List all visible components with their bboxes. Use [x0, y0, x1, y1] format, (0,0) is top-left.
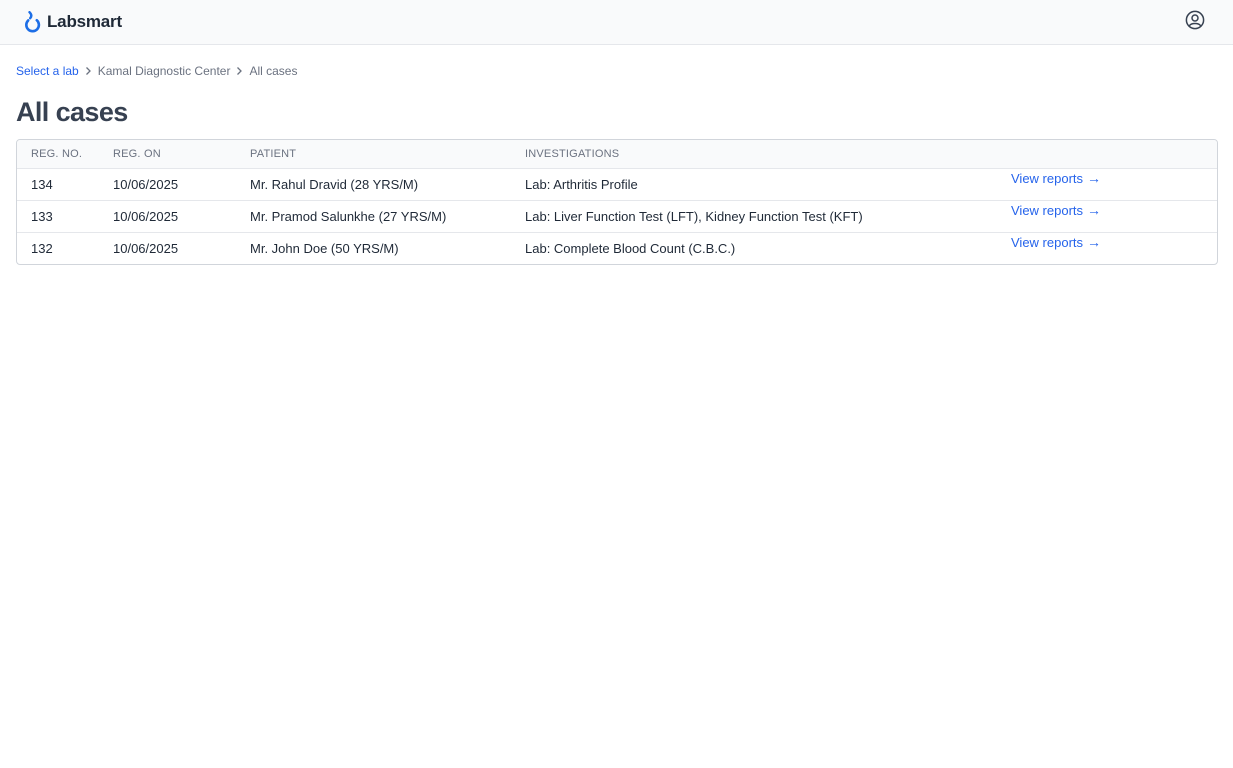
- cell-patient: Mr. John Doe (50 YRS/M): [250, 240, 399, 256]
- breadcrumb-select-lab[interactable]: Select a lab: [16, 64, 79, 78]
- view-reports-link[interactable]: View reports →: [1011, 203, 1101, 218]
- main-content: Select a lab Kamal Diagnostic Center All…: [0, 45, 1233, 265]
- top-navigation-bar: Labsmart: [0, 0, 1233, 45]
- view-reports-link[interactable]: View reports →: [1011, 171, 1101, 186]
- cell-reg-no: 133: [31, 208, 53, 224]
- labsmart-logo-icon: [24, 11, 42, 33]
- breadcrumb-current: All cases: [249, 64, 298, 78]
- arrow-right-icon: →: [1087, 234, 1102, 250]
- cell-reg-on: 10/06/2025: [113, 240, 179, 256]
- table-row[interactable]: 134 10/06/2025 Mr. Rahul Dravid (28 YRS/…: [17, 168, 1217, 200]
- cases-table: REG. NO. REG. ON PATIENT INVESTIGATIONS …: [17, 140, 1217, 264]
- table-header-row: REG. NO. REG. ON PATIENT INVESTIGATIONS: [17, 140, 1217, 169]
- cell-reg-no: 134: [31, 176, 53, 192]
- table-row[interactable]: 133 10/06/2025 Mr. Pramod Salunkhe (27 Y…: [17, 200, 1217, 232]
- cell-action: View reports →: [997, 168, 1217, 200]
- cell-investigations: Lab: Complete Blood Count (C.B.C.): [525, 240, 736, 256]
- cell-investigations: Lab: Arthritis Profile: [525, 176, 638, 192]
- arrow-right-icon: →: [1087, 202, 1102, 218]
- brand[interactable]: Labsmart: [24, 11, 122, 33]
- view-reports-label: View reports: [1011, 170, 1084, 186]
- view-reports-label: View reports: [1011, 234, 1084, 250]
- user-circle-icon: [1185, 10, 1205, 35]
- cell-patient: Mr. Rahul Dravid (28 YRS/M): [250, 176, 419, 192]
- cell-action: View reports →: [997, 232, 1217, 264]
- arrow-right-icon: →: [1087, 170, 1102, 186]
- table-body: 134 10/06/2025 Mr. Rahul Dravid (28 YRS/…: [17, 168, 1217, 264]
- column-header-reg-on: REG. ON: [99, 140, 236, 169]
- page-title: All cases: [16, 97, 128, 127]
- table-header: REG. NO. REG. ON PATIENT INVESTIGATIONS: [17, 140, 1217, 169]
- breadcrumb: Select a lab Kamal Diagnostic Center All…: [16, 63, 1217, 79]
- brand-name: Labsmart: [47, 12, 122, 31]
- cell-reg-on: 10/06/2025: [113, 208, 179, 224]
- cell-reg-no: 132: [31, 240, 53, 256]
- cases-table-container: REG. NO. REG. ON PATIENT INVESTIGATIONS …: [16, 139, 1218, 265]
- view-reports-label: View reports: [1011, 202, 1084, 218]
- account-button[interactable]: [1183, 10, 1207, 34]
- column-header-actions: [997, 140, 1217, 169]
- chevron-right-icon: [236, 66, 243, 76]
- table-row[interactable]: 132 10/06/2025 Mr. John Doe (50 YRS/M) L…: [17, 232, 1217, 264]
- column-header-patient: PATIENT: [236, 140, 511, 169]
- cell-investigations: Lab: Liver Function Test (LFT), Kidney F…: [525, 208, 863, 224]
- cell-patient: Mr. Pramod Salunkhe (27 YRS/M): [250, 208, 447, 224]
- breadcrumb-lab-name[interactable]: Kamal Diagnostic Center: [98, 64, 231, 78]
- cell-action: View reports →: [997, 200, 1217, 232]
- cell-reg-on: 10/06/2025: [113, 176, 179, 192]
- chevron-right-icon: [85, 66, 92, 76]
- column-header-investigations: INVESTIGATIONS: [511, 140, 997, 169]
- column-header-reg-no: REG. NO.: [17, 140, 99, 169]
- view-reports-link[interactable]: View reports →: [1011, 235, 1101, 250]
